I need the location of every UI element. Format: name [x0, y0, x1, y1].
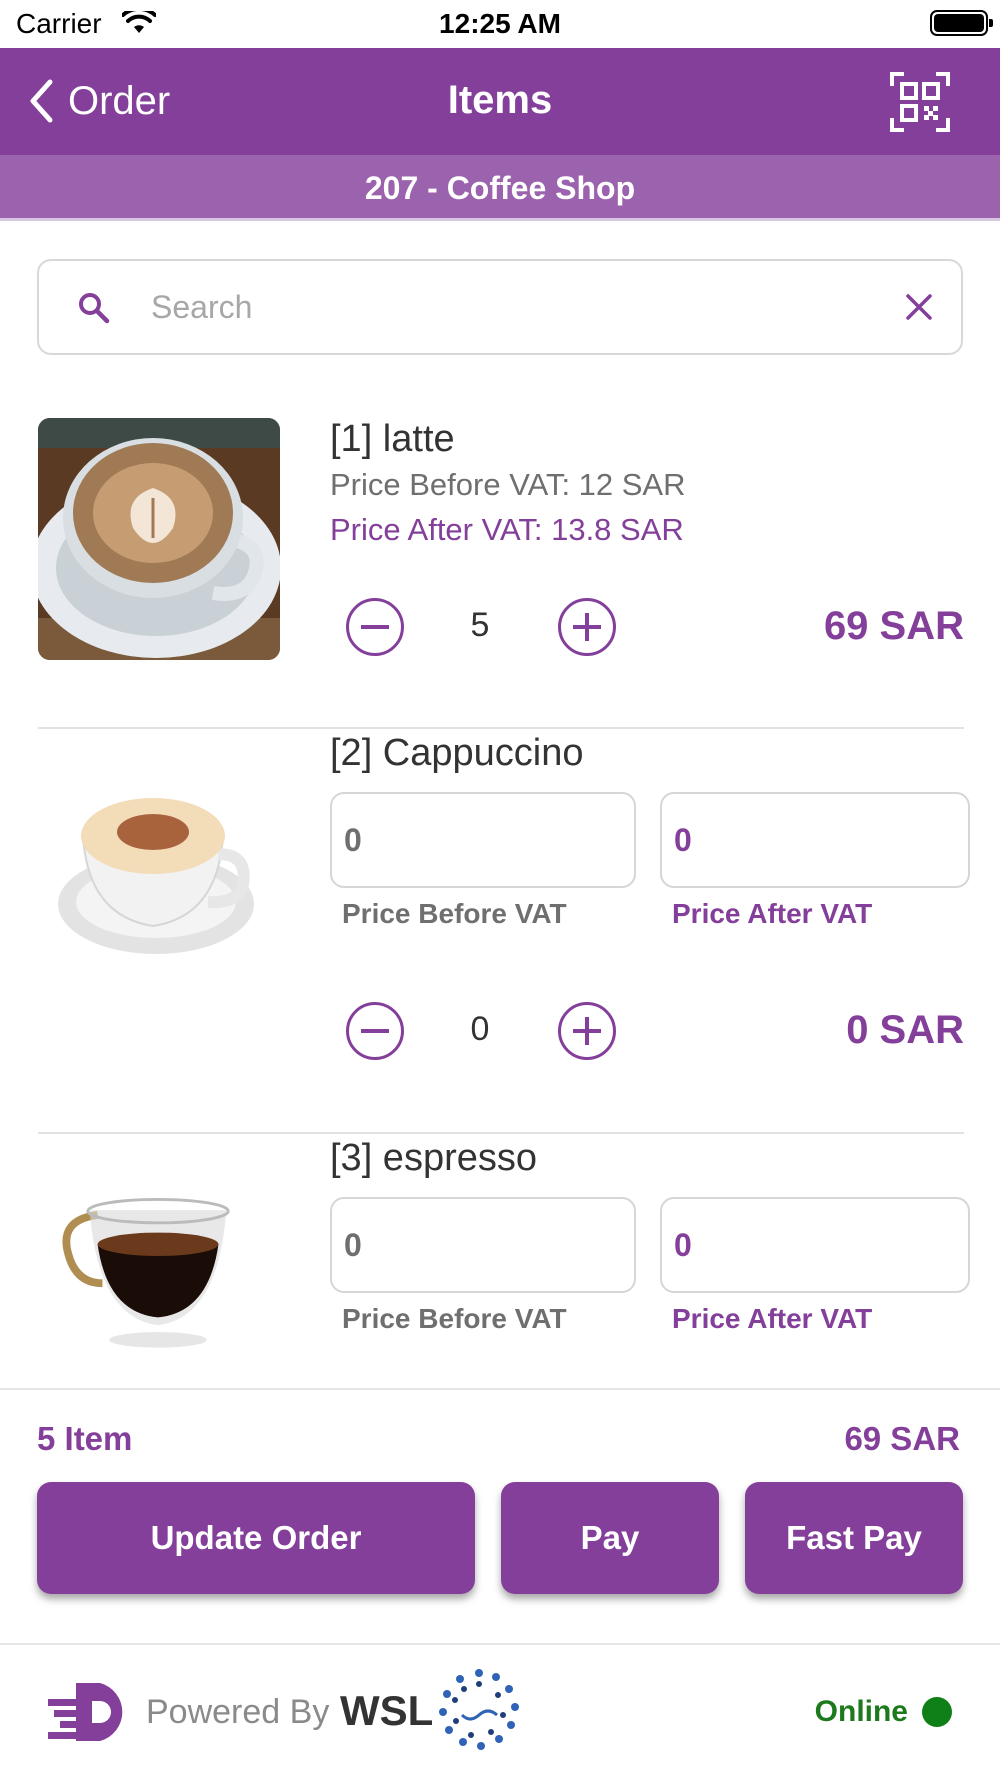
pay-button[interactable]: Pay [501, 1482, 719, 1594]
increase-quantity-button[interactable] [558, 598, 616, 656]
line-total: 0 SAR [846, 1008, 964, 1052]
list-item[interactable]: [3] espresso Price Before VAT Price Afte… [38, 1137, 970, 1388]
nav-bar: Order Items [0, 48, 1000, 155]
search-icon [79, 293, 110, 324]
price-after-vat-field[interactable] [660, 792, 970, 888]
price-after-vat-label: Price After VAT [672, 898, 873, 929]
online-status-dot [922, 1697, 952, 1727]
cappuccino-image [38, 754, 280, 996]
price-before-vat: Price Before VAT: 12 SAR [330, 467, 686, 502]
line-total: 69 SAR [823, 604, 964, 648]
price-after-vat-label: Price After VAT [672, 1303, 873, 1334]
price-after-vat-field[interactable] [660, 1197, 970, 1293]
price-before-vat-field[interactable] [330, 1197, 636, 1293]
item-count: 5 Item [37, 1420, 133, 1457]
qr-code-icon[interactable] [890, 72, 950, 132]
status-time: 12:25 AM [439, 8, 561, 39]
divider [38, 727, 964, 729]
clear-icon[interactable] [905, 293, 933, 321]
battery-icon [930, 10, 993, 36]
footer: Powered By WSL Online [0, 1643, 1000, 1778]
quantity-value: 5 [470, 606, 490, 644]
search-input[interactable] [151, 279, 911, 335]
item-list: [1] latte Price Before VAT: 12 SAR Price… [0, 396, 1000, 1388]
divider [38, 1132, 964, 1134]
item-name: [1] latte [330, 418, 455, 460]
list-item[interactable]: [1] latte Price Before VAT: 12 SAR Price… [38, 396, 964, 726]
connection-status: Online [814, 1695, 908, 1728]
table-subheader: 207 - Coffee Shop [0, 155, 1000, 221]
latte-image [38, 418, 280, 660]
decrease-quantity-button[interactable] [346, 1002, 404, 1060]
brand-name: WSL [340, 1687, 434, 1734]
status-bar: Carrier 12:25 AM [0, 0, 1000, 48]
item-name: [3] espresso [330, 1137, 537, 1179]
price-before-vat-label: Price Before VAT [342, 898, 567, 929]
update-order-button[interactable]: Update Order [37, 1482, 475, 1594]
fast-pay-button[interactable]: Fast Pay [745, 1482, 963, 1594]
item-name: [2] Cappuccino [330, 732, 584, 774]
increase-quantity-button[interactable] [558, 1002, 616, 1060]
order-total: 69 SAR [844, 1420, 960, 1457]
order-summary: 5 Item 69 SAR Update Order Pay Fast Pay [0, 1388, 1000, 1643]
wsl-logo-icon [439, 1669, 519, 1750]
price-before-vat-label: Price Before VAT [342, 1303, 567, 1334]
decrease-quantity-button[interactable] [346, 598, 404, 656]
page-title: Items [447, 78, 553, 122]
price-after-vat: Price After VAT: 13.8 SAR [330, 512, 684, 547]
search-box [37, 259, 963, 355]
list-item[interactable]: [2] Cappuccino Price Before VAT Price Af… [38, 732, 970, 1132]
powered-by-label: Powered By [146, 1693, 330, 1731]
quantity-value: 0 [470, 1010, 490, 1048]
brand-logo-icon [48, 1683, 123, 1741]
price-before-vat-field[interactable] [330, 792, 636, 888]
espresso-image [41, 1137, 277, 1373]
